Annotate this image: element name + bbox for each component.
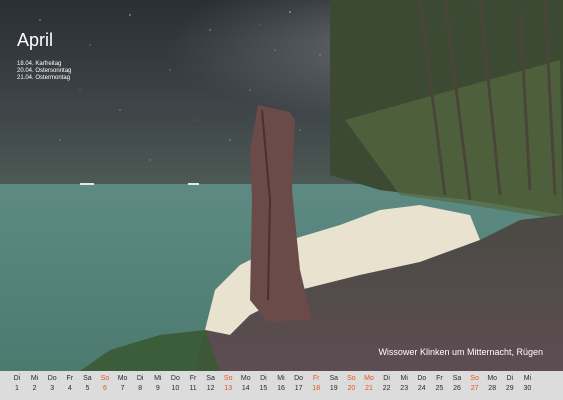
day-number: 7 bbox=[120, 385, 125, 392]
day-number: 19 bbox=[329, 385, 338, 392]
calendar-day: Mo 21 bbox=[360, 371, 377, 400]
calendar-strip: Di 1 Mi 2 Do 3 Fr 4 Sa 5 So 6 Mo 7 Di 8 Mi 9 Do 10 Fr 11 Sa 12 S… bbox=[0, 371, 563, 400]
weekday-label: So bbox=[223, 375, 233, 382]
weekday-label: So bbox=[470, 375, 479, 382]
calendar-day: So 13 bbox=[220, 371, 237, 400]
day-number: 23 bbox=[400, 385, 409, 392]
day-number: 18 bbox=[312, 385, 321, 392]
day-number: 13 bbox=[224, 385, 233, 392]
calendar-day: Sa 19 bbox=[325, 371, 342, 400]
weekday-label: Di bbox=[260, 375, 267, 382]
holiday-list: 18.04. Karfreitag 20.04. Ostersonntag 21… bbox=[17, 61, 71, 82]
day-number: 11 bbox=[189, 385, 197, 392]
weekday-label: Mi bbox=[30, 375, 39, 382]
weekday-label: Do bbox=[170, 375, 180, 382]
calendar-day: Mo 28 bbox=[484, 371, 501, 400]
weekday-label: Sa bbox=[83, 375, 92, 382]
day-number: 9 bbox=[155, 385, 160, 392]
photo bbox=[0, 0, 563, 371]
calendar-day: Sa 5 bbox=[79, 371, 96, 400]
day-number: 29 bbox=[505, 385, 514, 392]
holiday-item: 18.04. Karfreitag bbox=[17, 61, 62, 67]
day-number: 21 bbox=[365, 385, 373, 392]
calendar-day: Mi 9 bbox=[149, 371, 166, 400]
weekday-label: Di bbox=[13, 375, 21, 382]
weekday-label: Mo bbox=[487, 375, 498, 382]
day-number: 26 bbox=[453, 385, 461, 392]
day-number: 28 bbox=[488, 385, 497, 392]
calendar-day: Di 1 bbox=[8, 371, 25, 400]
calendar-day: Do 10 bbox=[167, 371, 184, 400]
weekday-label: Do bbox=[294, 375, 304, 382]
day-number: 3 bbox=[50, 385, 55, 392]
calendar-day: Di 15 bbox=[255, 371, 272, 400]
calendar-day: So 27 bbox=[466, 371, 483, 400]
day-number: 16 bbox=[277, 385, 285, 392]
weekday-label: Mo bbox=[364, 375, 374, 382]
weekday-label: Fr bbox=[189, 375, 197, 382]
calendar-day: Do 17 bbox=[290, 371, 307, 400]
weekday-label: Fr bbox=[66, 375, 74, 382]
calendar-day: Fr 4 bbox=[61, 371, 78, 400]
day-number: 12 bbox=[206, 385, 215, 392]
calendar-day: Mi 16 bbox=[272, 371, 289, 400]
day-number: 30 bbox=[523, 385, 532, 392]
weekday-label: Mi bbox=[400, 375, 408, 382]
holiday-item: 21.04. Ostermontag bbox=[17, 75, 71, 81]
day-number: 24 bbox=[417, 385, 426, 392]
day-number: 17 bbox=[294, 385, 303, 392]
calendar-day: Mi 23 bbox=[396, 371, 413, 400]
calendar-day: Mi 30 bbox=[519, 371, 536, 400]
weekday-label: Do bbox=[417, 375, 427, 382]
day-number: 8 bbox=[138, 385, 143, 392]
day-number: 15 bbox=[259, 385, 268, 392]
weekday-label: Mi bbox=[277, 375, 285, 382]
holiday-item: 20.04. Ostersonntag bbox=[17, 68, 72, 74]
weekday-label: Mi bbox=[523, 375, 532, 382]
calendar-day: Sa 12 bbox=[202, 371, 219, 400]
day-number: 10 bbox=[171, 385, 180, 392]
weekday-label: Sa bbox=[329, 375, 339, 382]
calendar-day: Di 8 bbox=[132, 371, 149, 400]
month-title: April bbox=[17, 30, 54, 50]
calendar-day: Sa 26 bbox=[448, 371, 465, 400]
photo-caption: Wissower Klinken um Mitternacht, Rügen bbox=[378, 347, 543, 357]
calendar-day: So 20 bbox=[343, 371, 360, 400]
day-number: 4 bbox=[67, 385, 72, 392]
day-number: 5 bbox=[85, 385, 90, 392]
weekday-label: Fr bbox=[436, 375, 443, 382]
day-number: 2 bbox=[32, 385, 37, 392]
weekday-label: Mo bbox=[240, 375, 251, 382]
weekday-label: So bbox=[347, 375, 356, 382]
weekday-label: Sa bbox=[452, 375, 462, 382]
day-number: 1 bbox=[15, 385, 19, 392]
calendar-day: Mi 2 bbox=[26, 371, 43, 400]
calendar-day: Fr 25 bbox=[431, 371, 448, 400]
calendar-day: Do 3 bbox=[44, 371, 61, 400]
calendar-day: Mo 7 bbox=[114, 371, 131, 400]
day-number: 14 bbox=[241, 385, 250, 392]
calendar-day: Fr 11 bbox=[184, 371, 201, 400]
day-number: 6 bbox=[103, 385, 107, 392]
day-number: 20 bbox=[347, 385, 356, 392]
day-number: 25 bbox=[435, 385, 444, 392]
calendar-day: Mo 14 bbox=[237, 371, 254, 400]
weekday-label: Fr bbox=[312, 375, 320, 382]
weekday-label: Sa bbox=[206, 375, 215, 382]
day-number: 27 bbox=[470, 385, 479, 392]
calendar-day: Do 24 bbox=[413, 371, 430, 400]
weekday-label: Di bbox=[136, 375, 144, 382]
calendar-day: Di 29 bbox=[501, 371, 518, 400]
weekday-label: Mo bbox=[117, 375, 128, 382]
weekday-label: Di bbox=[506, 375, 514, 382]
weekday-label: So bbox=[100, 375, 110, 382]
day-number: 22 bbox=[382, 385, 391, 392]
weekday-label: Di bbox=[383, 375, 390, 382]
weekday-label: Do bbox=[47, 375, 57, 382]
calendar-day: Fr 18 bbox=[308, 371, 325, 400]
weekday-label: Mi bbox=[154, 375, 162, 382]
landscape-photo bbox=[0, 0, 563, 371]
calendar-day: Di 22 bbox=[378, 371, 395, 400]
calendar-day: So 6 bbox=[96, 371, 113, 400]
